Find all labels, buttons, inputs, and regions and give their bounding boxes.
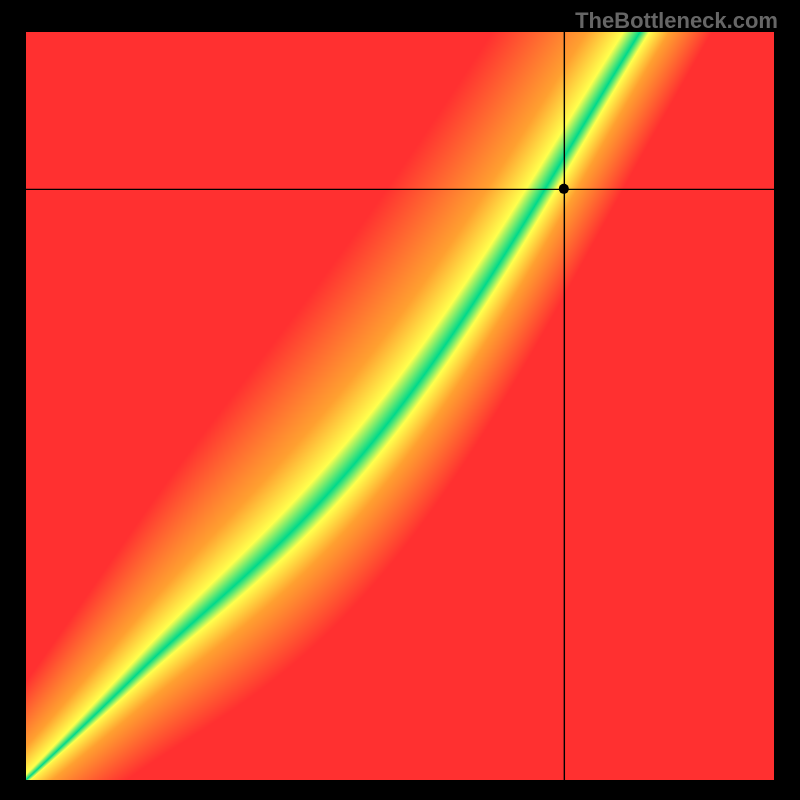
heatmap-canvas [26,32,774,780]
watermark-text: TheBottleneck.com [575,8,778,34]
